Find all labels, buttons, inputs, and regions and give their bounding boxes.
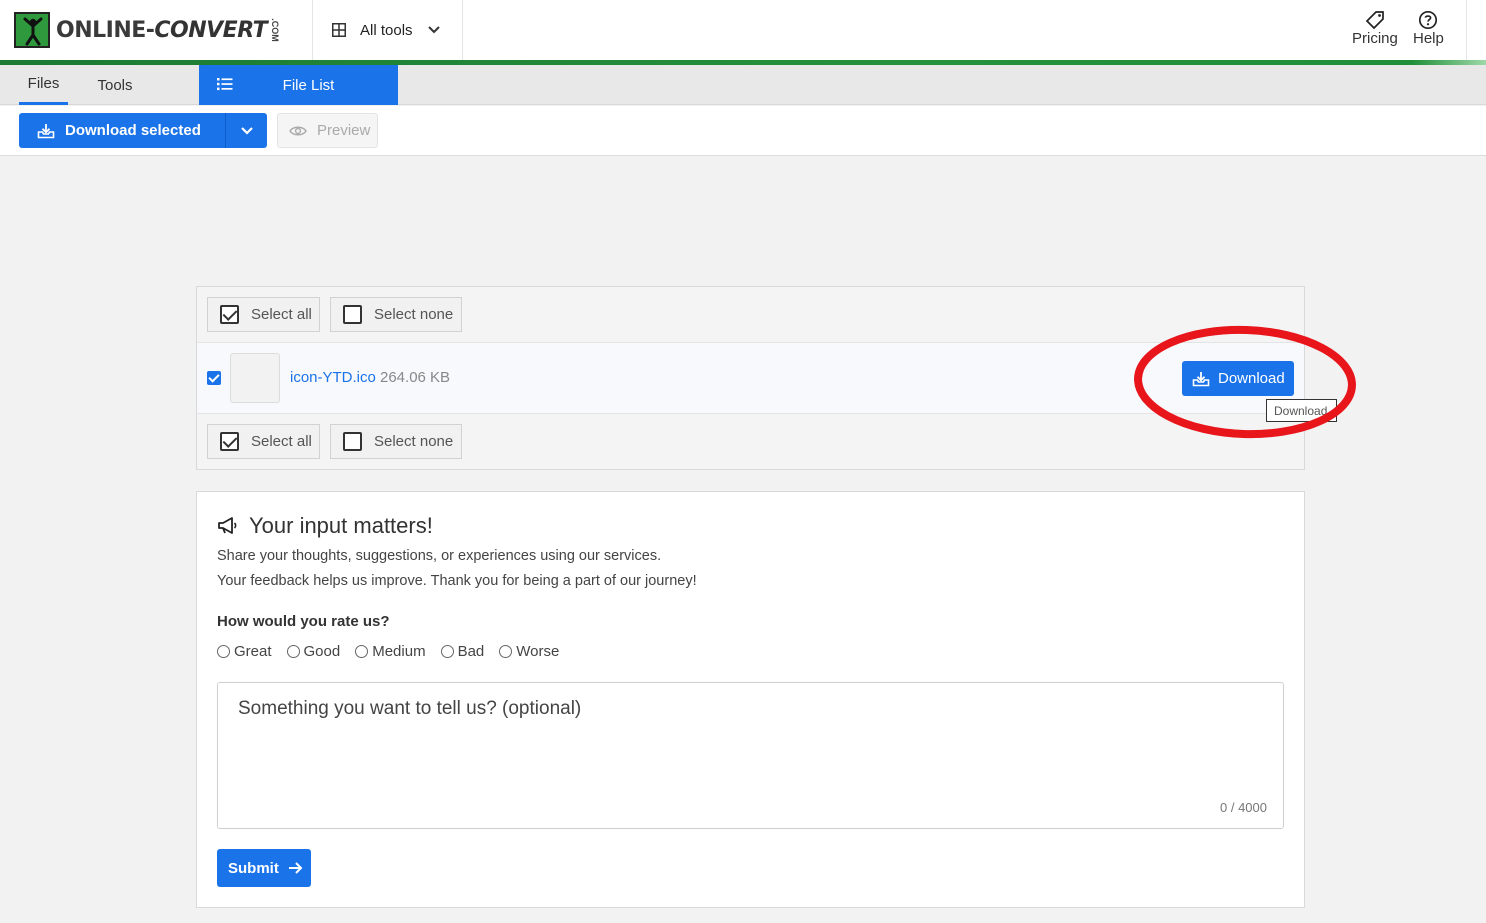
pricing-label: Pricing <box>1352 30 1398 47</box>
submit-feedback-button[interactable]: Submit <box>217 849 311 887</box>
help-label: Help <box>1413 30 1444 47</box>
chevron-down-icon <box>240 126 254 136</box>
all-tools-label: All tools <box>360 22 413 39</box>
header-divider <box>1466 0 1467 60</box>
rating-label: Great <box>234 643 272 660</box>
all-tools-menu[interactable]: All tools <box>332 18 441 42</box>
arrow-right-icon <box>288 861 303 875</box>
feedback-intro-line-2: Your feedback helps us improve. Thank yo… <box>217 573 697 589</box>
header-divider <box>312 0 313 60</box>
help-link[interactable]: Help <box>1413 10 1444 47</box>
radio-icon <box>287 645 300 658</box>
select-all-button[interactable]: Select all <box>207 297 320 332</box>
rating-option-medium[interactable]: Medium <box>355 643 425 660</box>
rating-label: Medium <box>372 643 425 660</box>
tab-file-list-label: File List <box>283 77 335 94</box>
eye-icon <box>289 125 307 137</box>
download-selected-button[interactable]: Download selected <box>19 113 225 148</box>
radio-icon <box>217 645 230 658</box>
checkbox-checked-icon <box>220 305 239 324</box>
grid-icon <box>332 23 346 37</box>
rating-label: Bad <box>458 643 485 660</box>
rating-options: Great Good Medium Bad Worse <box>217 643 559 660</box>
select-none-label: Select none <box>374 433 453 450</box>
highlight-circle-annotation <box>1132 322 1362 442</box>
preview-label: Preview <box>317 122 370 139</box>
select-all-button[interactable]: Select all <box>207 424 320 459</box>
rating-option-good[interactable]: Good <box>287 643 341 660</box>
header-divider <box>462 0 463 60</box>
download-selected-label: Download selected <box>65 122 201 139</box>
file-thumbnail <box>230 353 280 403</box>
feedback-title: Your input matters! <box>217 513 433 539</box>
file-size: 264.06 KB <box>380 369 450 386</box>
tab-files-label: Files <box>28 75 60 92</box>
rating-label: Good <box>304 643 341 660</box>
radio-icon <box>441 645 454 658</box>
preview-button[interactable]: Preview <box>277 113 378 148</box>
feedback-intro-line-1: Share your thoughts, suggestions, or exp… <box>217 548 661 564</box>
pricing-link[interactable]: Pricing <box>1352 10 1398 47</box>
radio-icon <box>499 645 512 658</box>
download-options-dropdown[interactable] <box>225 113 267 148</box>
question-circle-icon <box>1418 10 1438 30</box>
checkbox-empty-icon <box>343 305 362 324</box>
megaphone-icon <box>217 517 239 535</box>
rating-question: How would you rate us? <box>217 613 390 630</box>
select-none-button[interactable]: Select none <box>330 297 462 332</box>
feedback-title-text: Your input matters! <box>249 513 433 539</box>
submit-label: Submit <box>228 860 279 877</box>
tab-files[interactable]: Files <box>19 65 68 105</box>
feedback-textarea-placeholder: Something you want to tell us? (optional… <box>238 698 581 720</box>
download-tray-icon <box>37 123 55 139</box>
checkbox-checked-icon <box>220 432 239 451</box>
tab-file-list[interactable]: File List <box>199 65 398 105</box>
select-none-button[interactable]: Select none <box>330 424 462 459</box>
logo-com: .COM <box>270 18 280 42</box>
radio-icon <box>355 645 368 658</box>
select-all-label: Select all <box>251 306 312 323</box>
select-none-label: Select none <box>374 306 453 323</box>
tab-tools[interactable]: Tools <box>86 65 144 105</box>
character-counter: 0 / 4000 <box>1220 800 1267 815</box>
list-icon <box>217 77 233 91</box>
file-checkbox[interactable] <box>207 371 221 385</box>
select-all-label: Select all <box>251 433 312 450</box>
logo-mark-icon <box>14 12 50 48</box>
file-name-link[interactable]: icon-YTD.ico <box>290 369 376 386</box>
tag-icon <box>1365 10 1385 30</box>
rating-label: Worse <box>516 643 559 660</box>
chevron-down-icon <box>427 25 441 35</box>
rating-option-bad[interactable]: Bad <box>441 643 485 660</box>
rating-option-worse[interactable]: Worse <box>499 643 559 660</box>
tab-tools-label: Tools <box>97 77 132 94</box>
logo[interactable]: ONLINE-CONVERT .COM <box>14 12 287 48</box>
checkbox-empty-icon <box>343 432 362 451</box>
rating-option-great[interactable]: Great <box>217 643 272 660</box>
logo-text: ONLINE-CONVERT <box>56 18 267 43</box>
